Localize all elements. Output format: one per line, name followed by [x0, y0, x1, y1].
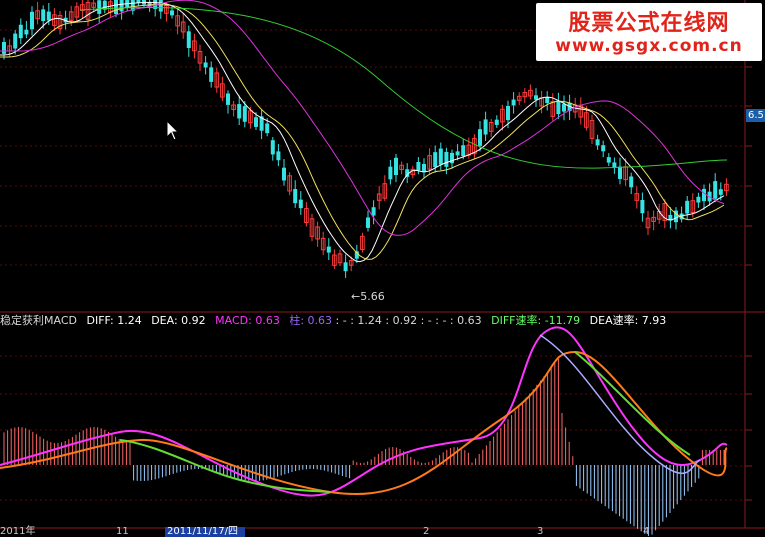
candle-body-down — [13, 33, 18, 49]
candle-body-down — [237, 104, 242, 119]
candle-body-down — [685, 200, 690, 214]
watermark-title: 股票公式在线网 — [568, 11, 730, 36]
low-price-marker: ←5.66 — [351, 290, 385, 303]
diff-rate-value: DIFF速率: -11.79 — [491, 314, 581, 327]
candle-body-down — [534, 95, 538, 100]
zhu-value: 柱: 0.63 — [289, 314, 333, 327]
candle-body-down — [326, 246, 331, 253]
candle-body-down — [511, 99, 516, 106]
candle-body-down — [506, 106, 510, 121]
candle-body-down — [444, 151, 449, 167]
candle-body-down — [455, 151, 460, 156]
candle-body-down — [562, 104, 566, 112]
candle-body-down — [438, 148, 443, 165]
candle-body-down — [629, 176, 634, 188]
diff-line — [0, 326, 728, 497]
dea-segment-green — [574, 351, 691, 456]
candle-body-down — [242, 106, 247, 122]
candle-body-down — [371, 207, 376, 216]
candle-body-down — [209, 67, 214, 82]
candle-body-down — [601, 145, 606, 152]
candle-body-down — [696, 196, 701, 203]
mouse-cursor-icon — [166, 120, 180, 141]
candle-body-down — [276, 151, 281, 161]
candle-body-down — [293, 189, 298, 204]
candle-body-down — [226, 93, 230, 105]
candle-body-down — [254, 117, 258, 127]
macd-histogram — [3, 358, 725, 536]
candle-body-down — [416, 161, 421, 171]
candle-body-down — [545, 97, 550, 103]
site-watermark: 股票公式在线网 www.gsgx.com.cn — [536, 3, 762, 61]
candle-body-down — [483, 119, 488, 135]
candle-body-down — [595, 139, 600, 146]
candle-body-down — [494, 119, 499, 125]
indicator-name[interactable]: 稳定获利MACD — [0, 314, 77, 327]
candle-body-down — [612, 162, 617, 168]
watermark-url: www.gsgx.com.cn — [555, 36, 743, 56]
macd-lines — [0, 326, 728, 497]
candle-body-down — [640, 199, 645, 214]
candle-body-down — [618, 166, 622, 179]
dea-rate-value: DEA速率: 7.93 — [589, 314, 667, 327]
candle-body-down — [203, 62, 208, 68]
candle-body-down — [41, 9, 46, 22]
candle-body-down — [24, 29, 29, 35]
candle-body-down — [18, 24, 23, 39]
candle-body-down — [46, 11, 51, 21]
dea-line — [0, 350, 728, 495]
stock-chart[interactable] — [0, 0, 765, 536]
candle-body-down — [2, 41, 6, 54]
candle-body-down — [186, 31, 191, 49]
candle-body-down — [556, 100, 561, 115]
candle-body-down — [282, 167, 286, 181]
candle-body-down — [97, 0, 102, 14]
candle-body-down — [298, 199, 303, 209]
candle-body-down — [606, 157, 611, 163]
candle-body-down — [702, 188, 706, 202]
candle-body-down — [114, 0, 118, 15]
legend-sequence: : - : 1.24 : 0.92 : - : - : 0.63 — [335, 314, 482, 327]
candle-body-down — [343, 262, 348, 272]
candle-body-down — [170, 10, 174, 16]
candle-body-down — [388, 166, 393, 180]
candle-body-down — [433, 152, 438, 168]
candle-body-down — [158, 0, 163, 12]
macd-legend: 稳定获利MACD DIFF: 1.24 DEA: 0.92 MACD: 0.63… — [0, 314, 666, 328]
current-price-tag: 6.5 — [746, 109, 765, 122]
candle-body-down — [30, 11, 34, 30]
candle-body-down — [119, 0, 124, 12]
diff-value: DIFF: 1.24 — [86, 314, 142, 327]
candle-body-down — [265, 123, 270, 134]
candle-body-down — [461, 145, 466, 157]
candle-body-down — [270, 140, 275, 155]
candle-body-down — [718, 189, 723, 195]
candle-body-down — [478, 129, 482, 146]
dea-value: DEA: 0.92 — [151, 314, 206, 327]
candle-body-down — [713, 181, 718, 199]
candle-body-down — [394, 157, 398, 176]
macd-value: MACD: 0.63 — [215, 314, 280, 327]
candle-body-down — [366, 217, 370, 228]
